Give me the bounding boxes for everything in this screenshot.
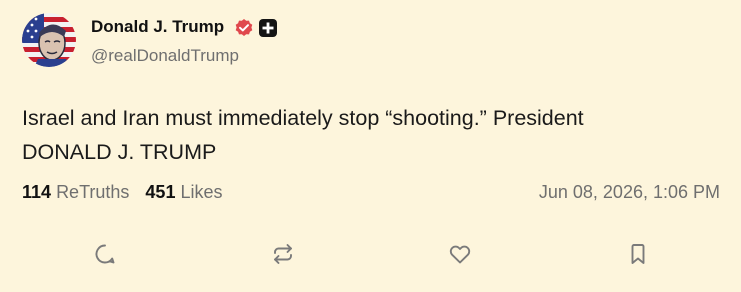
author-handle[interactable]: @realDonaldTrump <box>91 46 239 66</box>
repost-icon <box>274 244 292 264</box>
verified-badge-icon <box>234 18 254 38</box>
likes-stat[interactable]: 451 Likes <box>145 182 222 202</box>
likes-count: 451 <box>145 182 176 202</box>
retruth-button[interactable] <box>267 238 299 270</box>
plus-badge-icon <box>259 19 277 37</box>
avatar[interactable] <box>22 13 76 67</box>
post-card: Donald J. Trump @realDonaldTrump Israel … <box>0 0 741 292</box>
post-stats: 114 ReTruths 451 Likes <box>22 182 223 203</box>
retruths-count: 114 <box>22 182 52 202</box>
post-timestamp[interactable]: Jun 08, 2026, 1:06 PM <box>539 182 720 203</box>
author-display-name[interactable]: Donald J. Trump <box>91 17 224 37</box>
comment-icon <box>95 244 115 264</box>
bookmark-icon <box>631 244 645 264</box>
avatar-image <box>22 13 76 67</box>
bookmark-button[interactable] <box>622 238 654 270</box>
heart-icon <box>449 245 471 264</box>
retruths-label: ReTruths <box>56 182 130 202</box>
like-button[interactable] <box>444 238 476 270</box>
post-text: Israel and Iran must immediately stop “s… <box>22 101 712 169</box>
retruths-stat[interactable]: 114 ReTruths <box>22 182 129 202</box>
post-text-line: DONALD J. TRUMP <box>22 140 217 164</box>
reply-button[interactable] <box>89 238 121 270</box>
likes-label: Likes <box>180 182 223 202</box>
post-text-line: Israel and Iran must immediately stop “s… <box>22 106 584 130</box>
